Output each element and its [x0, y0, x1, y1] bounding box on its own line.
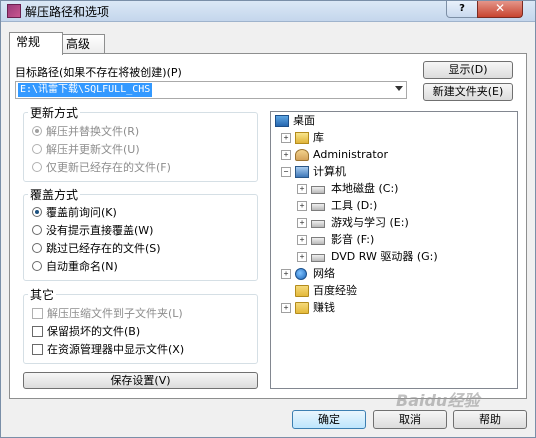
- expand-icon[interactable]: +: [281, 269, 291, 279]
- tab-general[interactable]: 常规: [9, 32, 63, 55]
- destination-path-combobox[interactable]: E:\讯雷下载\SQLFULL_CHS: [15, 81, 407, 99]
- winrar-app-icon: [7, 4, 21, 18]
- drive-icon: [311, 220, 325, 228]
- drive-icon: [311, 237, 325, 245]
- extract-options-dialog: 解压路径和选项 ? ✕ 常规 高级 目标路径(如果不存在将被创建)(P) E:\…: [0, 0, 536, 438]
- library-icon: [295, 132, 309, 144]
- checkbox-icon[interactable]: [32, 326, 43, 337]
- user-folder-icon: [295, 149, 309, 161]
- checkbox-icon[interactable]: [32, 308, 43, 319]
- folder-icon: [295, 302, 309, 314]
- close-icon[interactable]: ✕: [477, 1, 523, 18]
- help-button[interactable]: 帮助: [453, 410, 527, 429]
- expand-icon[interactable]: +: [297, 184, 307, 194]
- radio-icon[interactable]: [32, 261, 42, 271]
- title-bar[interactable]: 解压路径和选项 ? ✕: [1, 1, 535, 22]
- update-option-existing-only[interactable]: 仅更新已经存在的文件(F): [32, 160, 171, 176]
- tab-advanced[interactable]: 高级: [59, 34, 105, 54]
- radio-icon[interactable]: [32, 162, 42, 172]
- radio-icon[interactable]: [32, 225, 42, 235]
- folder-tree[interactable]: 桌面 + 库 + Administrator − 计算机 + 本地磁盘 (C:)…: [270, 111, 518, 389]
- radio-icon[interactable]: [32, 144, 42, 154]
- expand-icon[interactable]: +: [281, 303, 291, 313]
- expand-icon[interactable]: +: [281, 150, 291, 160]
- show-button[interactable]: 显示(D): [423, 61, 513, 79]
- update-mode-title: 更新方式: [28, 104, 81, 121]
- checkbox-icon[interactable]: [32, 344, 43, 355]
- misc-option-subfolder[interactable]: 解压压缩文件到子文件夹(L): [32, 306, 183, 322]
- baidu-watermark: Baidu经验: [396, 391, 480, 410]
- chevron-down-icon[interactable]: [395, 86, 403, 91]
- update-option-replace[interactable]: 解压并替换文件(R): [32, 124, 139, 140]
- folder-icon: [295, 285, 309, 297]
- window-title: 解压路径和选项: [25, 5, 110, 19]
- overwrite-option-ask[interactable]: 覆盖前询问(K): [32, 205, 117, 221]
- overwrite-option-always[interactable]: 没有提示直接覆盖(W): [32, 223, 153, 239]
- radio-icon[interactable]: [32, 243, 42, 253]
- help-icon[interactable]: ?: [446, 1, 478, 18]
- expand-icon[interactable]: +: [297, 218, 307, 228]
- overwrite-mode-title: 覆盖方式: [28, 186, 81, 203]
- expand-icon[interactable]: +: [297, 235, 307, 245]
- ok-button[interactable]: 确定: [292, 410, 366, 429]
- destination-path-value: E:\讯雷下载\SQLFULL_CHS: [18, 83, 153, 97]
- dvd-drive-icon: [311, 254, 325, 262]
- misc-option-keep-broken[interactable]: 保留损坏的文件(B): [32, 324, 140, 340]
- desktop-icon: [275, 115, 289, 127]
- misc-title: 其它: [28, 286, 57, 303]
- misc-option-show-in-explorer[interactable]: 在资源管理器中显示文件(X): [32, 342, 184, 358]
- radio-checked-icon[interactable]: [32, 207, 42, 217]
- expand-icon[interactable]: +: [297, 201, 307, 211]
- overwrite-option-skip[interactable]: 跳过已经存在的文件(S): [32, 241, 161, 257]
- drive-icon: [311, 186, 325, 194]
- collapse-icon[interactable]: −: [281, 167, 291, 177]
- new-folder-button[interactable]: 新建文件夹(E): [423, 83, 513, 101]
- update-option-update[interactable]: 解压并更新文件(U): [32, 142, 140, 158]
- destination-label: 目标路径(如果不存在将被创建)(P): [15, 66, 182, 79]
- radio-checked-icon[interactable]: [32, 126, 42, 136]
- save-settings-button[interactable]: 保存设置(V): [23, 372, 258, 389]
- expand-icon[interactable]: +: [297, 252, 307, 262]
- overwrite-option-rename[interactable]: 自动重命名(N): [32, 259, 118, 275]
- drive-icon: [311, 203, 325, 211]
- network-icon: [295, 268, 307, 280]
- expand-icon[interactable]: +: [281, 133, 291, 143]
- cancel-button[interactable]: 取消: [373, 410, 447, 429]
- computer-icon: [295, 166, 309, 178]
